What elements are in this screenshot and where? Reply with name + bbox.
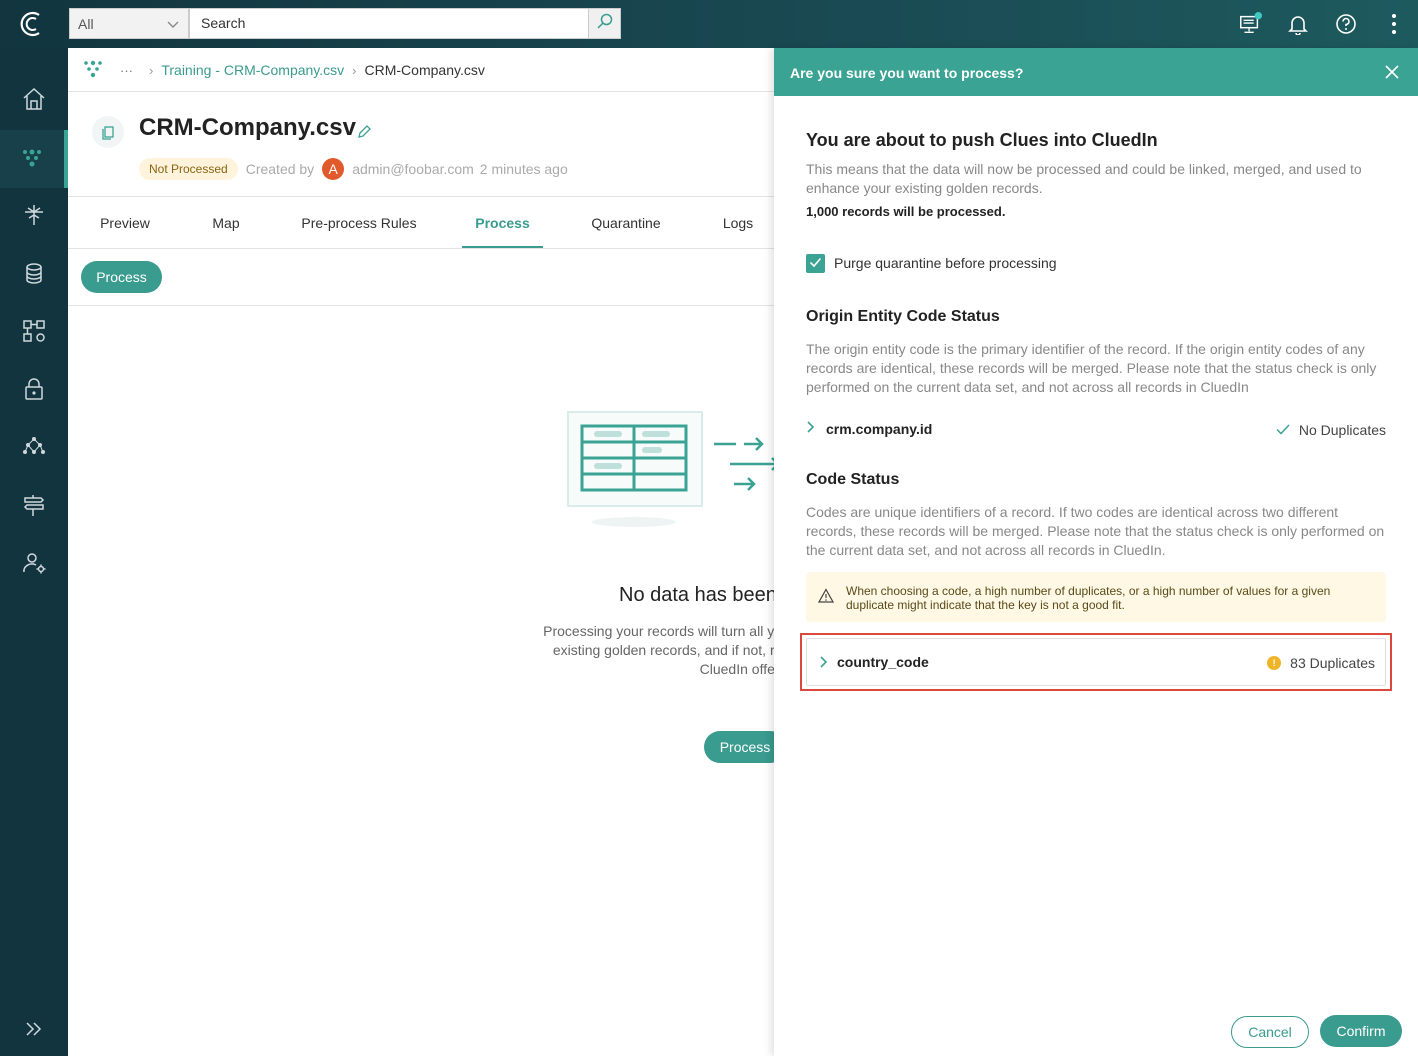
code-status-description: Codes are unique identifiers of a record…: [806, 504, 1385, 558]
expand-nav-button[interactable]: [0, 1002, 68, 1056]
modeling-icon: [21, 318, 47, 349]
tab-logs[interactable]: Logs: [708, 198, 768, 248]
double-chevron-right-icon: [24, 1021, 44, 1042]
more-vertical-icon[interactable]: [1382, 12, 1406, 36]
file-copy-icon: [92, 116, 124, 148]
nav-preparation[interactable]: [0, 188, 68, 246]
tab-bar: Preview Map Pre-process Rules Process Qu…: [68, 198, 774, 248]
divider: [68, 91, 774, 92]
breadcrumb: ··· › Training - CRM-Company.csv › CRM-C…: [80, 58, 485, 82]
chevron-right-icon: ›: [149, 62, 154, 78]
search-scope-value: All: [78, 16, 94, 32]
created-time: 2 minutes ago: [479, 161, 568, 177]
origin-code-status-text: No Duplicates: [1298, 422, 1386, 438]
nav-administration[interactable]: [0, 536, 68, 594]
divider: [68, 305, 774, 306]
home-icon: [21, 86, 47, 117]
check-icon: [1276, 422, 1290, 438]
purge-quarantine-checkbox[interactable]: [806, 254, 825, 273]
origin-code-name: crm.company.id: [826, 421, 933, 437]
empty-state-title: No data has been: [619, 584, 774, 606]
nav-home[interactable]: [0, 72, 68, 130]
nav-governance[interactable]: [0, 362, 68, 420]
database-icon: [21, 260, 47, 291]
nav-modeling[interactable]: [0, 304, 68, 362]
search-icon: [596, 12, 614, 35]
drawer-heading: You are about to push Clues into CluedIn: [806, 130, 1158, 150]
chevron-down-icon: [166, 18, 180, 30]
breadcrumb-ellipsis[interactable]: ···: [120, 63, 133, 78]
confirm-button[interactable]: Confirm: [1320, 1015, 1402, 1047]
user-settings-icon: [21, 550, 47, 581]
nav-management[interactable]: [0, 246, 68, 304]
lock-icon: [21, 376, 47, 407]
side-nav: [0, 48, 68, 1056]
nav-pipeline[interactable]: [0, 478, 68, 536]
search-box: [189, 8, 621, 39]
close-icon[interactable]: [1384, 64, 1400, 80]
author-email: admin@foobar.com: [352, 161, 474, 177]
tab-preview[interactable]: Preview: [84, 198, 166, 248]
warning-icon: [817, 588, 835, 608]
origin-code-title: Origin Entity Code Status: [806, 308, 1000, 325]
warning-banner: When choosing a code, a high number of d…: [806, 572, 1386, 622]
network-icon: [21, 434, 47, 465]
cluedin-logo-icon[interactable]: [14, 8, 50, 40]
drawer-intro: This means that the data will now be pro…: [806, 161, 1362, 196]
records-note: 1,000 records will be processed.: [806, 204, 1006, 219]
cancel-button[interactable]: Cancel: [1231, 1016, 1309, 1048]
chevron-right-icon: ›: [352, 62, 357, 78]
table-illustration-icon: [564, 408, 774, 537]
purge-quarantine-label[interactable]: Purge quarantine before processing: [834, 255, 1057, 271]
origin-code-status: No Duplicates: [1276, 422, 1386, 438]
status-badge: Not Processed: [139, 158, 238, 180]
breadcrumb-current: CRM-Company.csv: [364, 62, 485, 78]
pencil-icon[interactable]: [356, 124, 372, 145]
main-content: ··· › Training - CRM-Company.csv › CRM-C…: [68, 48, 774, 1056]
bell-icon[interactable]: [1286, 12, 1310, 36]
search-input[interactable]: [201, 15, 581, 31]
search-scope-select[interactable]: All: [69, 8, 189, 39]
file-meta: Not Processed Created by A admin@foobar.…: [139, 158, 568, 180]
signpost-icon: [21, 492, 47, 523]
divider: [68, 248, 774, 249]
tab-quarantine[interactable]: Quarantine: [576, 198, 676, 248]
search-button[interactable]: [588, 9, 620, 38]
chevron-right-icon: [806, 420, 820, 439]
preparation-icon: [21, 202, 47, 233]
tab-preprocess-rules[interactable]: Pre-process Rules: [290, 198, 428, 248]
highlight-box: [800, 633, 1392, 691]
empty-state-process-button[interactable]: Process: [704, 731, 774, 763]
origin-code-row[interactable]: crm.company.id No Duplicates: [806, 414, 1386, 444]
tab-process[interactable]: Process: [462, 198, 543, 248]
warning-text: When choosing a code, a high number of d…: [846, 584, 1331, 612]
tab-map[interactable]: Map: [196, 198, 256, 248]
process-confirmation-drawer: Are you sure you want to process? You ar…: [774, 48, 1418, 1056]
integration-icon: [19, 144, 45, 175]
created-by-label: Created by: [245, 161, 315, 177]
integration-breadcrumb-icon[interactable]: [80, 57, 106, 84]
avatar: A: [322, 158, 345, 180]
page-title: CRM-Company.csv: [139, 114, 356, 141]
nav-integrations[interactable]: [0, 130, 68, 188]
drawer-header: Are you sure you want to process?: [774, 48, 1418, 96]
empty-state-text: Processing your records will turn all y …: [543, 623, 774, 677]
process-button[interactable]: Process: [81, 261, 162, 293]
breadcrumb-parent-link[interactable]: Training - CRM-Company.csv: [161, 62, 344, 78]
top-bar: All: [0, 0, 1418, 48]
origin-code-description: The origin entity code is the primary id…: [806, 341, 1377, 395]
divider: [68, 196, 774, 197]
checkmark-icon: [809, 255, 822, 273]
code-status-title: Code Status: [806, 471, 900, 488]
nav-consume[interactable]: [0, 420, 68, 478]
monitor-notification-icon[interactable]: [1238, 12, 1262, 36]
help-icon[interactable]: [1334, 12, 1358, 36]
